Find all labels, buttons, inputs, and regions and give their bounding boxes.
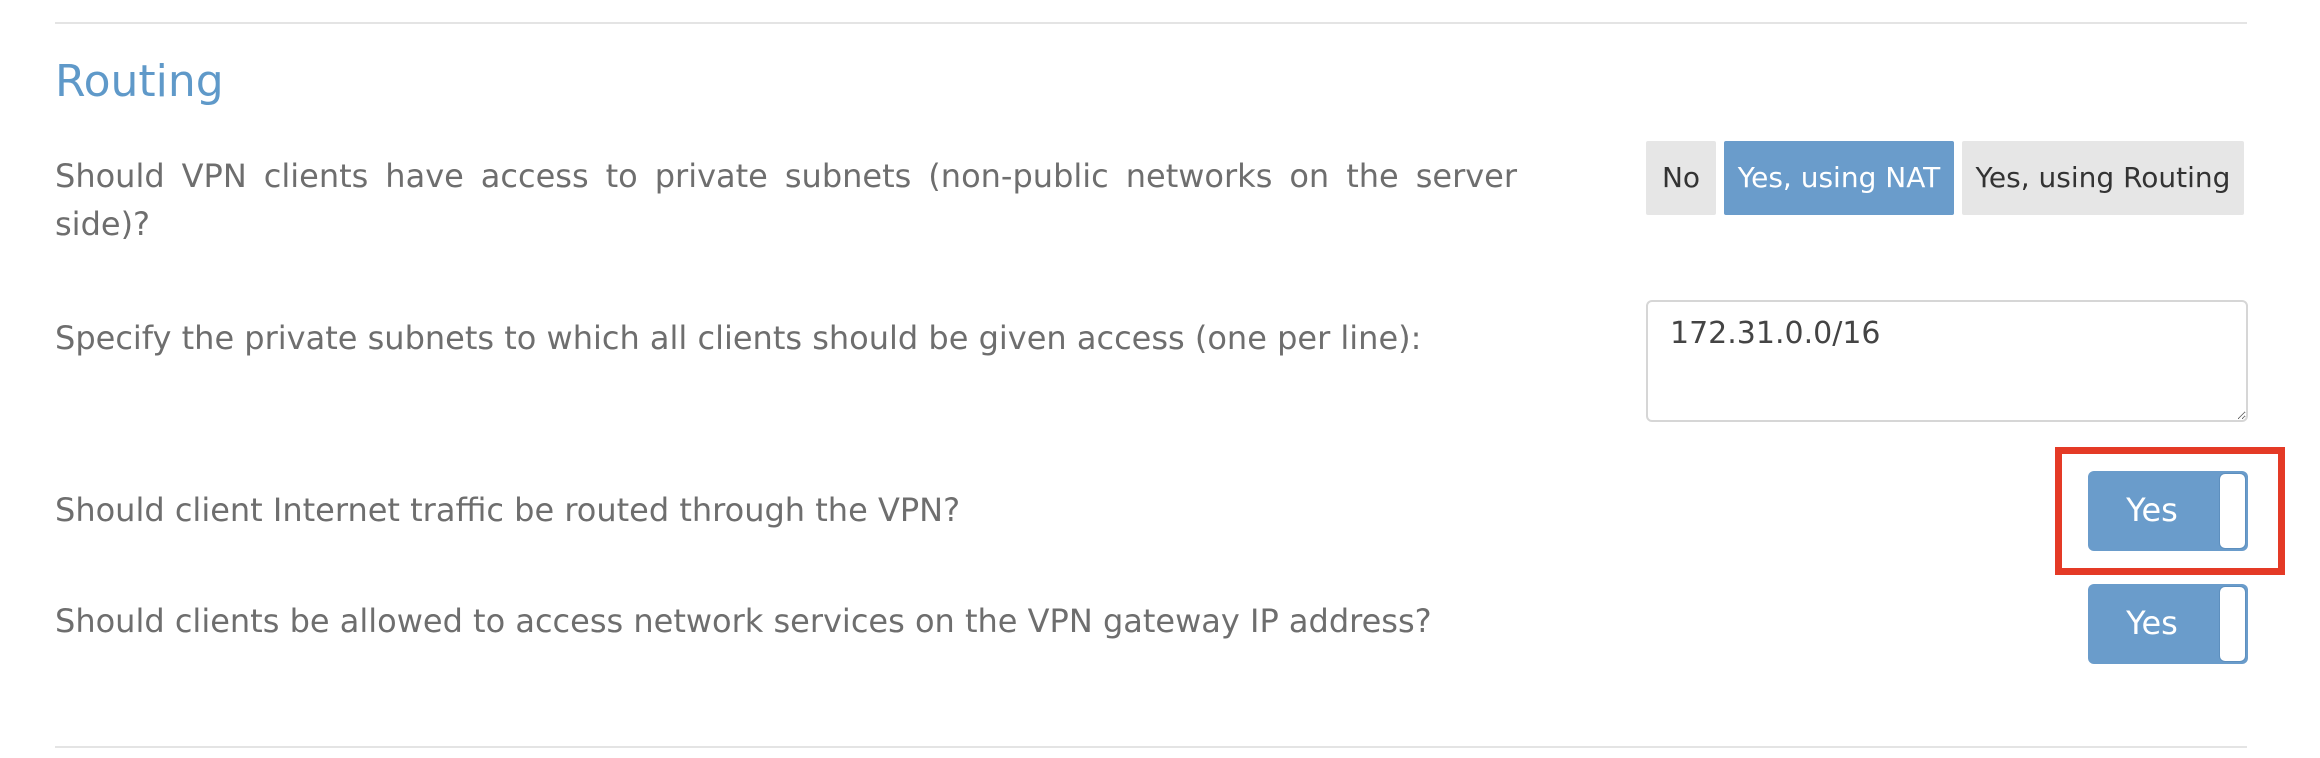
option-yes-nat-button[interactable]: Yes, using NAT — [1724, 141, 1954, 215]
routing-settings-page: Routing Should VPN clients have access t… — [0, 0, 2320, 758]
internet-traffic-toggle-label: Yes — [2126, 491, 2178, 529]
section-title: Routing — [55, 56, 224, 107]
internet-traffic-toggle[interactable]: Yes — [2088, 471, 2248, 551]
gateway-access-toggle-label: Yes — [2126, 604, 2178, 642]
option-yes-routing-button[interactable]: Yes, using Routing — [1962, 141, 2244, 215]
gateway-access-toggle-knob[interactable] — [2219, 586, 2246, 662]
private-access-option-group: No Yes, using NAT Yes, using Routing — [1646, 141, 2244, 215]
option-no-button[interactable]: No — [1646, 141, 1716, 215]
private-subnets-question: Specify the private subnets to which all… — [55, 319, 1422, 357]
bottom-divider — [55, 746, 2247, 748]
private-subnets-textarea[interactable]: 172.31.0.0/16 — [1646, 300, 2248, 422]
private-subnets-access-question: Should VPN clients have access to privat… — [55, 157, 1517, 243]
internet-traffic-question: Should client Internet traffic be routed… — [55, 491, 961, 529]
internet-traffic-toggle-knob[interactable] — [2219, 473, 2246, 549]
top-divider — [55, 22, 2247, 24]
gateway-access-question: Should clients be allowed to access netw… — [55, 602, 1432, 640]
gateway-access-toggle[interactable]: Yes — [2088, 584, 2248, 664]
